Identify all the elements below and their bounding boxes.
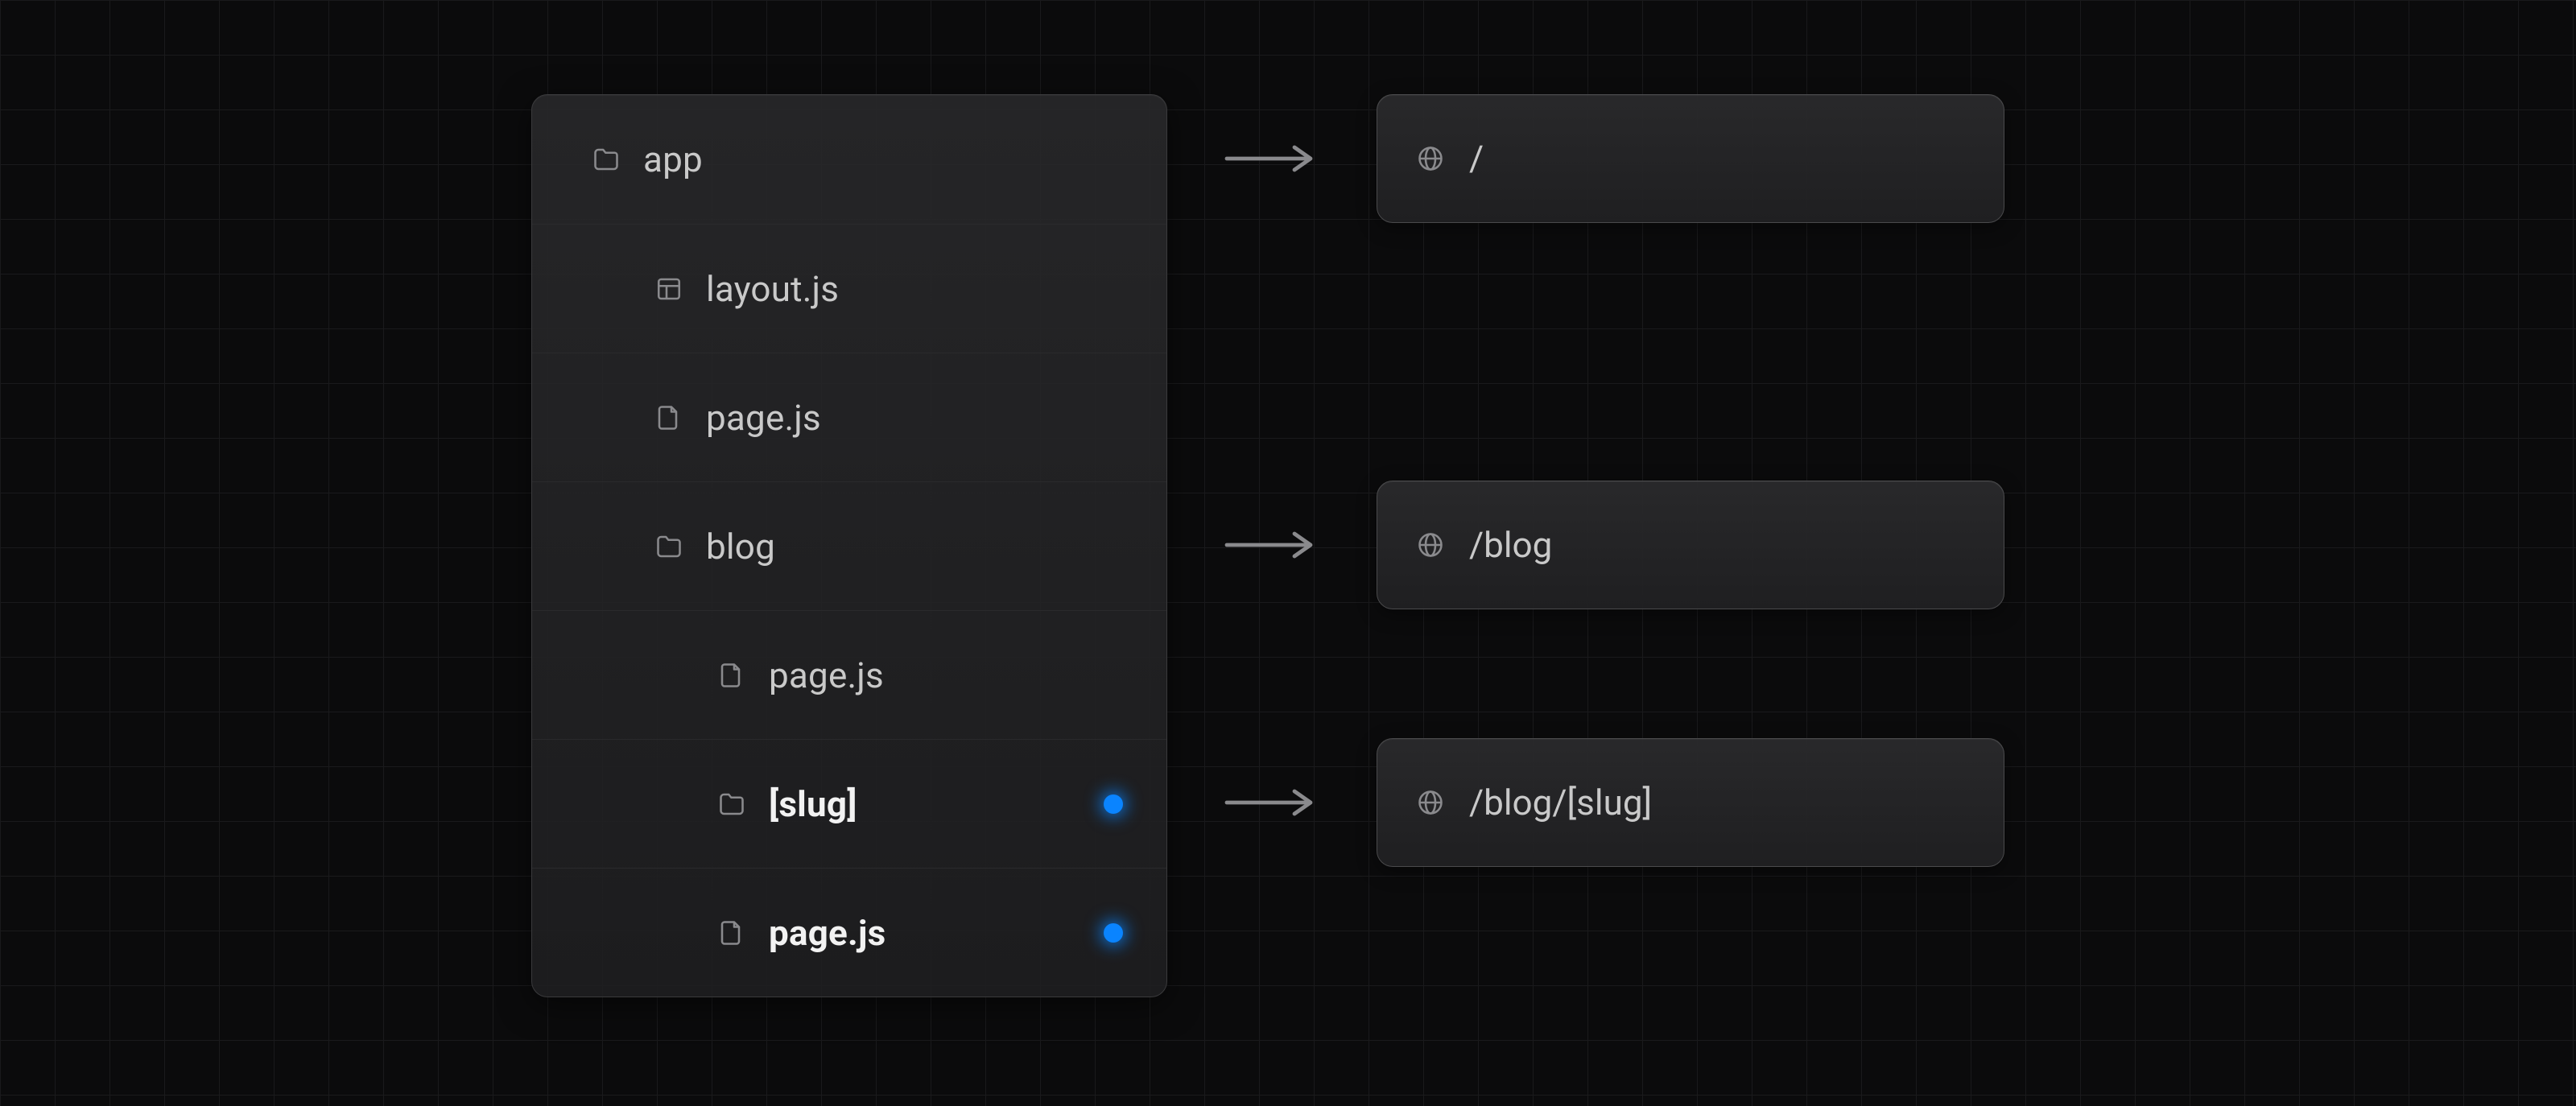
diagram-stage: app layout.js page.js blog page.js [slug] page… — [531, 94, 2004, 997]
tree-row-label: app — [643, 138, 703, 180]
route-row-blog: /blog — [1224, 481, 2004, 609]
arrow-right-icon — [1224, 786, 1320, 819]
globe-icon — [1416, 788, 1445, 817]
tree-row-label: [slug] — [769, 783, 857, 825]
file-icon — [654, 403, 683, 432]
tree-row-label: page.js — [769, 654, 884, 696]
route-path: / — [1469, 138, 1484, 180]
arrow-right-icon — [1224, 529, 1320, 561]
arrow-right-icon — [1224, 142, 1320, 175]
route-row-slug: /blog/[slug] — [1224, 738, 2004, 867]
file-tree-panel: app layout.js page.js blog page.js [slug] page… — [531, 94, 1167, 997]
route-row-app: / — [1224, 94, 2004, 223]
highlight-dot — [1104, 923, 1123, 943]
route-column: / /blog/blog/[slug] — [1224, 94, 2004, 996]
route-path: /blog — [1469, 524, 1552, 566]
tree-row-app-layout: layout.js — [532, 224, 1166, 353]
route-tag: /blog — [1377, 481, 2004, 609]
file-icon — [717, 918, 746, 947]
tree-row-blog-page: page.js — [532, 610, 1166, 739]
folder-icon — [592, 145, 621, 174]
tree-row-label: blog — [706, 526, 775, 567]
folder-icon — [717, 790, 746, 819]
tree-row-label: layout.js — [706, 268, 839, 310]
tree-row-slug: [slug] — [532, 739, 1166, 868]
tree-row-blog: blog — [532, 481, 1166, 610]
folder-icon — [654, 532, 683, 561]
route-tag: /blog/[slug] — [1377, 738, 2004, 867]
file-icon — [717, 661, 746, 690]
tree-row-label: page.js — [706, 397, 821, 439]
route-tag: / — [1377, 94, 2004, 223]
route-path: /blog/[slug] — [1469, 782, 1652, 823]
tree-row-slug-page: page.js — [532, 868, 1166, 997]
layout-icon — [654, 274, 683, 303]
globe-icon — [1416, 530, 1445, 559]
highlight-dot — [1104, 794, 1123, 814]
globe-icon — [1416, 144, 1445, 173]
tree-row-app-page: page.js — [532, 353, 1166, 481]
tree-row-label: page.js — [769, 912, 886, 954]
tree-row-app: app — [532, 95, 1166, 224]
